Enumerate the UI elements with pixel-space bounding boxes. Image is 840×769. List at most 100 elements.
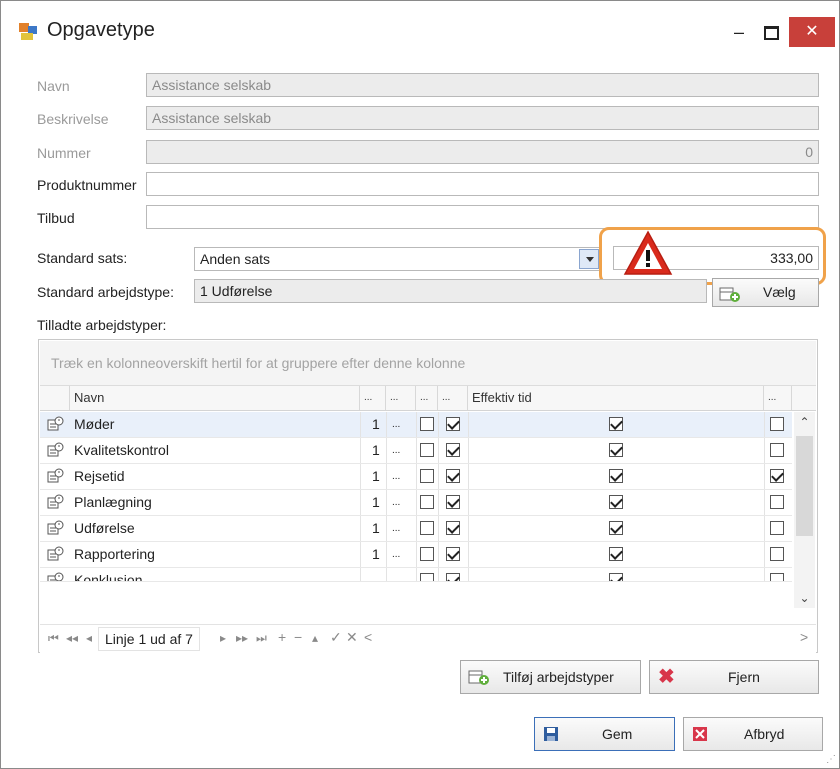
fjern-button[interactable]: ✖ Fjern (649, 660, 819, 694)
row-ellipsis-button[interactable]: ... (392, 490, 400, 515)
worktype-icon (47, 442, 64, 457)
vaelg-button[interactable]: Vælg (712, 278, 819, 307)
grid-vertical-scrollbar[interactable]: ⌃ ⌄ (794, 412, 815, 608)
header-effektiv-tid[interactable]: Effektiv tid (468, 386, 764, 410)
row-effektiv-tid-checkbox[interactable] (609, 443, 623, 457)
prev-page-icon[interactable]: ◂◂ (66, 631, 78, 645)
next-page-icon[interactable]: ▸▸ (236, 631, 248, 645)
row-divider (386, 438, 387, 463)
header-col-3[interactable]: ... (416, 386, 438, 410)
row-checkbox-1[interactable] (420, 521, 434, 535)
row-navn: Møder (74, 416, 115, 432)
worktype-icon (47, 520, 64, 535)
row-navn: Planlægning (74, 494, 152, 510)
row-divider (360, 438, 361, 463)
header-navn[interactable]: Navn (70, 386, 360, 410)
standard-arbejdstype-label: Standard arbejdstype: (37, 284, 174, 300)
row-checkbox-last[interactable] (770, 521, 784, 535)
row-effektiv-tid-checkbox[interactable] (609, 547, 623, 561)
scroll-up-icon[interactable]: ⌃ (794, 412, 815, 432)
row-checkbox-1[interactable] (420, 547, 434, 561)
next-record-icon[interactable]: ▸ (220, 631, 226, 645)
prev-record-icon[interactable]: ◂ (86, 631, 92, 645)
row-checkbox-last[interactable] (770, 573, 784, 581)
row-ellipsis-button[interactable]: ... (392, 542, 400, 567)
row-divider (468, 568, 469, 581)
cancel-edit-icon[interactable]: ✕ (346, 629, 358, 646)
row-checkbox-2[interactable] (446, 469, 460, 483)
worktype-icon (47, 416, 64, 431)
tilbud-input[interactable] (146, 205, 819, 229)
row-checkbox-last[interactable] (770, 417, 784, 431)
row-divider (438, 542, 439, 567)
row-checkbox-2[interactable] (446, 547, 460, 561)
row-effektiv-tid-checkbox[interactable] (609, 469, 623, 483)
row-checkbox-2[interactable] (446, 495, 460, 509)
scrollbar-thumb[interactable] (796, 436, 813, 536)
table-row[interactable]: Planlægning 1... (40, 490, 792, 516)
add-record-icon[interactable]: + (278, 629, 286, 645)
row-checkbox-last[interactable] (770, 495, 784, 509)
last-record-icon[interactable]: ⏭ (256, 631, 267, 646)
header-col-5[interactable]: ... (764, 386, 792, 410)
standard-sats-dropdown-button[interactable] (579, 249, 599, 269)
row-navn: Udførelse (74, 520, 135, 536)
row-checkbox-1[interactable] (420, 573, 434, 581)
tilfoej-arbejdstyper-button[interactable]: Tilføj arbejdstyper (460, 660, 641, 694)
row-effektiv-tid-checkbox[interactable] (609, 417, 623, 431)
row-effektiv-tid-checkbox[interactable] (609, 573, 623, 581)
row-divider (360, 542, 361, 567)
row-ellipsis-button[interactable]: ... (392, 516, 400, 541)
row-checkbox-1[interactable] (420, 495, 434, 509)
row-checkbox-2[interactable] (446, 443, 460, 457)
end-edit-icon[interactable]: ✓ (330, 629, 342, 646)
row-checkbox-last[interactable] (770, 469, 784, 483)
table-row[interactable]: Rejsetid 1... (40, 464, 792, 490)
tilfoej-button-label: Tilføj arbejdstyper (503, 669, 614, 685)
header-col-4[interactable]: ... (438, 386, 468, 410)
produktnummer-input[interactable] (146, 172, 819, 196)
row-divider (416, 412, 417, 437)
row-checkbox-1[interactable] (420, 443, 434, 457)
edit-record-icon[interactable]: ▴ (312, 631, 318, 645)
row-checkbox-last[interactable] (770, 547, 784, 561)
header-col-1[interactable]: ... (360, 386, 386, 410)
table-row[interactable]: Konklusion (40, 568, 792, 582)
row-ellipsis-button[interactable]: ... (392, 412, 400, 437)
group-panel[interactable]: Træk en kolonneoverskift hertil for at g… (40, 341, 816, 386)
row-effektiv-tid-checkbox[interactable] (609, 495, 623, 509)
scroll-down-icon[interactable]: ⌄ (794, 588, 815, 608)
remove-record-icon[interactable]: − (294, 629, 302, 645)
first-record-icon[interactable]: ⏮ (48, 631, 59, 646)
header-col-2[interactable]: ... (386, 386, 416, 410)
row-checkbox-2[interactable] (446, 573, 460, 581)
maximize-button[interactable] (751, 17, 791, 47)
row-effektiv-tid-checkbox[interactable] (609, 521, 623, 535)
afbryd-button[interactable]: Afbryd (683, 717, 823, 751)
row-ellipsis-button[interactable]: ... (392, 438, 400, 463)
close-button[interactable]: ✕ (789, 17, 835, 47)
row-divider (360, 516, 361, 541)
row-checkbox-2[interactable] (446, 521, 460, 535)
record-pager: Linje 1 ud af 7 (98, 627, 200, 651)
row-checkbox-2[interactable] (446, 417, 460, 431)
resize-grip[interactable]: ⋰ (826, 754, 836, 765)
table-row[interactable]: Rapportering 1... (40, 542, 792, 568)
beskrivelse-label: Beskrivelse (37, 111, 109, 127)
table-row[interactable]: Udførelse 1... (40, 516, 792, 542)
standard-arbejdstype-field: 1 Udførelse (194, 279, 707, 303)
row-divider (360, 412, 361, 437)
row-checkbox-1[interactable] (420, 469, 434, 483)
row-checkbox-1[interactable] (420, 417, 434, 431)
row-divider (764, 490, 765, 515)
gem-button[interactable]: Gem (534, 717, 675, 751)
table-row[interactable]: Kvalitetskontrol 1... (40, 438, 792, 464)
navn-field: Assistance selskab (146, 73, 819, 97)
table-row[interactable]: Møder 1... (40, 412, 792, 438)
scroll-left-icon[interactable]: < (364, 629, 372, 645)
standard-sats-select[interactable]: Anden sats (194, 247, 600, 271)
scroll-right-icon[interactable]: > (800, 629, 808, 645)
row-checkbox-last[interactable] (770, 443, 784, 457)
row-number: 1 (372, 546, 380, 562)
row-ellipsis-button[interactable]: ... (392, 464, 400, 489)
